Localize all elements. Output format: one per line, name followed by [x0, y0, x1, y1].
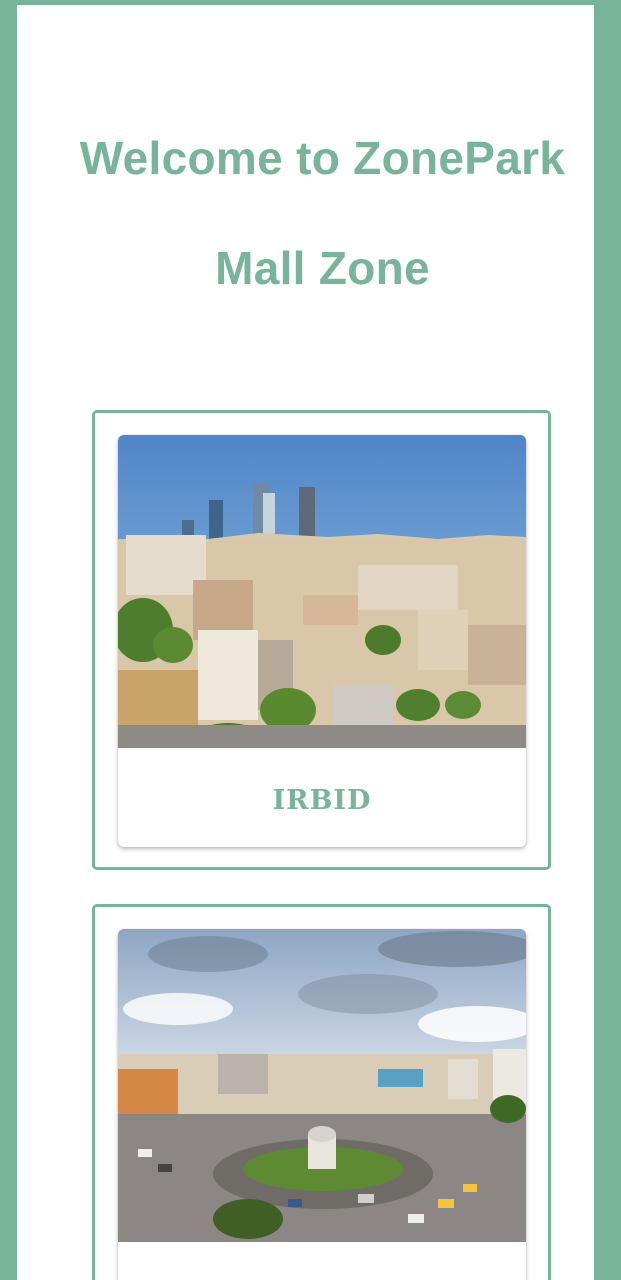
city-card-body[interactable]: IRBID [118, 435, 526, 847]
app-frame: Welcome to ZonePark Mall Zone IRBID [0, 0, 621, 1280]
city-skyline-image [118, 435, 526, 748]
city-card-irbid[interactable]: IRBID [92, 410, 551, 870]
city-card-2[interactable] [92, 904, 551, 1280]
welcome-heading: Welcome to ZonePark [79, 132, 566, 184]
city-roundabout-image [118, 929, 526, 1242]
city-card-title: IRBID [272, 785, 372, 816]
mall-zone-heading: Mall Zone [215, 242, 430, 294]
city-card-body[interactable] [118, 929, 526, 1280]
